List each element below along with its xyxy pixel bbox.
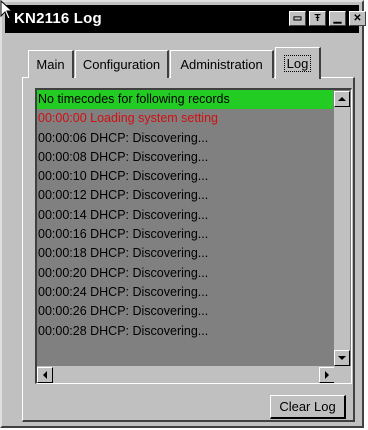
scroll-right-button[interactable] <box>319 367 335 383</box>
log-row[interactable]: 00:00:26 DHCP: Discovering... <box>37 302 333 321</box>
minimize-icon[interactable]: ▁ <box>329 11 346 26</box>
log-row[interactable]: 00:00:20 DHCP: Discovering... <box>37 264 333 283</box>
window-title: KN2116 Log <box>14 10 102 27</box>
log-rows: No timecodes for following records 00:00:… <box>37 90 333 341</box>
title-bar[interactable]: KN2116 Log ▭ Ŧ ▁ ✕ <box>5 5 366 33</box>
horizontal-scrollbar[interactable] <box>37 366 335 383</box>
log-row[interactable]: 00:00:08 DHCP: Discovering... <box>37 148 333 167</box>
log-row[interactable]: 00:00:16 DHCP: Discovering... <box>37 225 333 244</box>
pin-icon[interactable]: Ŧ <box>309 11 326 26</box>
mouse-cursor-icon <box>0 0 14 20</box>
tab-configuration[interactable]: Configuration <box>75 50 169 78</box>
log-row[interactable]: 00:00:18 DHCP: Discovering... <box>37 244 333 263</box>
log-row[interactable]: 00:00:06 DHCP: Discovering... <box>37 129 333 148</box>
arrow-right-icon <box>325 371 329 379</box>
restore-icon[interactable]: ▭ <box>289 11 306 26</box>
arrow-left-icon <box>43 371 47 379</box>
clear-log-button[interactable]: Clear Log <box>270 395 346 419</box>
scrollbar-corner <box>334 366 351 383</box>
log-row[interactable]: 00:00:24 DHCP: Discovering... <box>37 283 333 302</box>
log-row[interactable]: 00:00:10 DHCP: Discovering... <box>37 167 333 186</box>
tab-main[interactable]: Main <box>28 50 74 78</box>
close-icon[interactable]: ✕ <box>349 11 366 26</box>
tab-administration[interactable]: Administration <box>170 50 274 78</box>
arrow-down-icon <box>338 356 346 360</box>
log-row[interactable]: 00:00:12 DHCP: Discovering... <box>37 186 333 205</box>
log-row-selected[interactable]: No timecodes for following records <box>37 90 333 110</box>
vertical-scrollbar[interactable] <box>334 91 350 366</box>
log-row[interactable]: 00:00:14 DHCP: Discovering... <box>37 206 333 225</box>
log-row[interactable]: 00:00:28 DHCP: Discovering... <box>37 322 333 341</box>
tab-log[interactable]: Log <box>275 47 321 79</box>
scroll-down-button[interactable] <box>334 350 350 366</box>
scroll-up-button[interactable] <box>334 91 350 107</box>
log-window: KN2116 Log ▭ Ŧ ▁ ✕ Main Configuration Ad… <box>0 0 366 428</box>
scroll-left-button[interactable] <box>37 367 53 383</box>
log-row[interactable]: 00:00:00 Loading system setting <box>37 109 333 128</box>
log-list[interactable]: No timecodes for following records 00:00:… <box>35 88 352 384</box>
arrow-up-icon <box>338 97 346 101</box>
